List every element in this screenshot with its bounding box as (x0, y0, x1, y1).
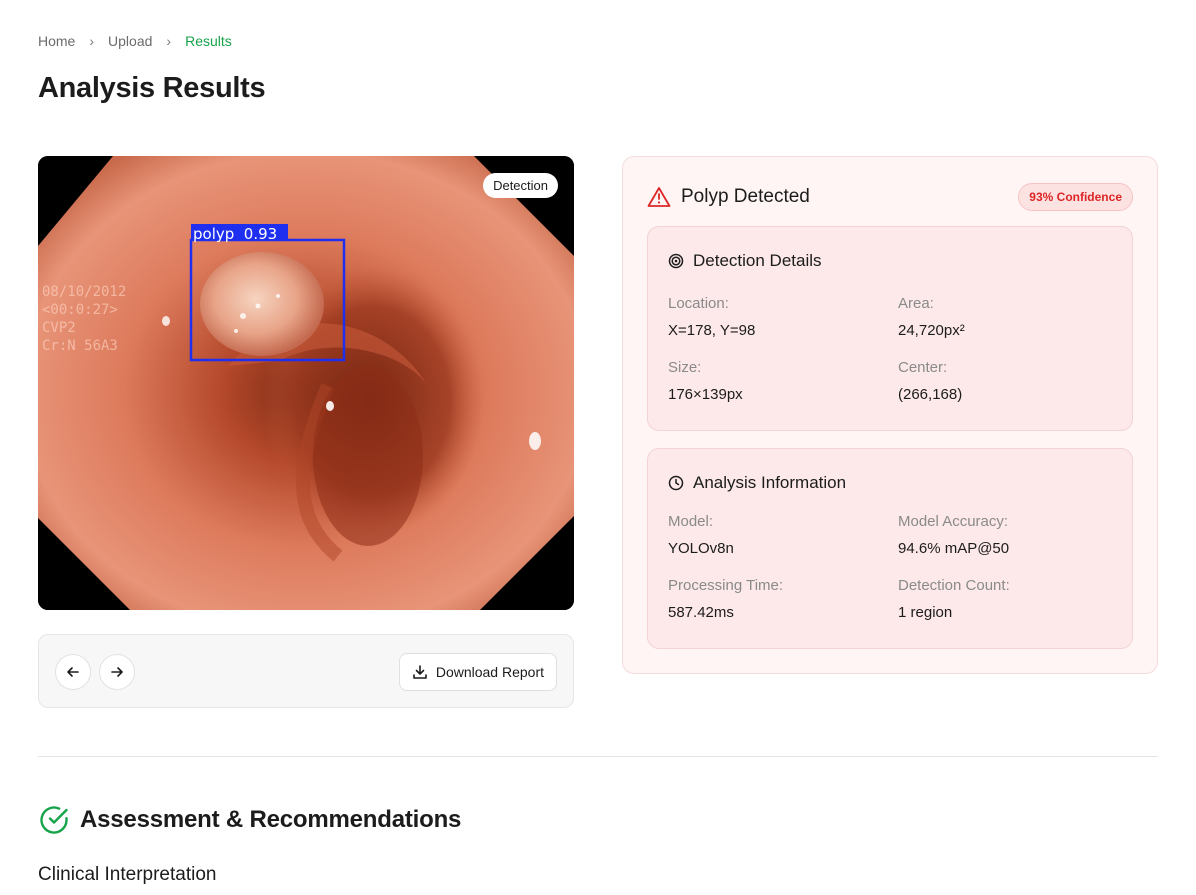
image-controls: Download Report (38, 634, 574, 708)
arrow-left-icon (67, 667, 79, 677)
detection-details-card: Detection Details Location: X=178, Y=98 … (647, 226, 1133, 431)
model-field: Model: YOLOv8n (668, 513, 734, 557)
chevron-right-icon: › (166, 33, 172, 49)
endoscopy-image: 08/10/2012 <00:0:27> CVP2 Cr:N 56A3 poly… (38, 156, 574, 610)
detection-count-value: 1 region (898, 604, 953, 621)
detection-tag: Detection (483, 173, 558, 198)
processing-time-value: 587.42ms (668, 604, 734, 621)
warning-icon (647, 187, 671, 207)
area-value: 24,720px² (898, 322, 965, 339)
overlay-text-cvp: CVP2 (42, 320, 76, 336)
overlay-text-time: <00:0:27> (42, 302, 118, 318)
confidence-badge: 93% Confidence (1018, 183, 1133, 211)
processing-time-label: Processing Time: (668, 577, 784, 594)
accuracy-label: Model Accuracy: (898, 513, 1009, 530)
previous-button[interactable] (55, 654, 91, 690)
breadcrumb-results: Results (185, 33, 232, 49)
download-icon (413, 665, 427, 679)
page-title: Analysis Results (38, 72, 266, 104)
analysis-info-card: Analysis Information Model: YOLOv8n Mode… (647, 448, 1133, 649)
center-field: Center: (266,168) (898, 359, 962, 403)
target-icon (668, 253, 684, 269)
location-field: Location: X=178, Y=98 (668, 295, 755, 339)
location-value: X=178, Y=98 (668, 322, 756, 339)
processing-time-field: Processing Time: 587.42ms (668, 577, 783, 621)
size-field: Size: 176×139px (668, 359, 743, 403)
location-label: Location: (668, 295, 729, 312)
breadcrumb-home[interactable]: Home (38, 33, 75, 49)
download-label: Download Report (435, 664, 544, 680)
clock-icon (668, 475, 684, 491)
overlay-text-cr: Cr:N 56A3 (42, 338, 118, 354)
check-circle-icon (40, 806, 68, 834)
analysis-info-title: Analysis Information (693, 473, 847, 492)
area-label: Area: (898, 295, 934, 312)
assessment-title: Assessment & Recommendations (80, 806, 462, 833)
detection-details-header: Detection Details (668, 251, 822, 271)
model-value: YOLOv8n (668, 540, 734, 557)
center-label: Center: (898, 359, 948, 376)
center-value: (266,168) (898, 386, 963, 403)
clinical-interpretation-heading: Clinical Interpretation (38, 864, 217, 885)
analysis-info-header: Analysis Information (668, 473, 846, 493)
detection-label: polyp 0.93 (193, 225, 277, 243)
arrow-right-icon (111, 667, 123, 677)
accuracy-value: 94.6% mAP@50 (898, 540, 1010, 557)
detection-details-title: Detection Details (693, 251, 822, 270)
result-header: Polyp Detected 93% Confidence (647, 183, 1133, 211)
section-divider (38, 756, 1158, 757)
chevron-right-icon: › (89, 33, 95, 49)
result-card: Polyp Detected 93% Confidence Detection … (622, 156, 1158, 674)
detection-image: 08/10/2012 <00:0:27> CVP2 Cr:N 56A3 poly… (38, 156, 574, 610)
detection-count-field: Detection Count: 1 region (898, 577, 1010, 621)
breadcrumb: Home › Upload › Results (38, 33, 232, 49)
overlay-text-date: 08/10/2012 (42, 284, 126, 300)
result-title: Polyp Detected (681, 186, 810, 207)
area-field: Area: 24,720px² (898, 295, 965, 339)
size-value: 176×139px (668, 386, 743, 403)
model-label: Model: (668, 513, 714, 530)
next-button[interactable] (99, 654, 135, 690)
breadcrumb-upload[interactable]: Upload (108, 33, 152, 49)
accuracy-field: Model Accuracy: 94.6% mAP@50 (898, 513, 1009, 557)
size-label: Size: (668, 359, 702, 376)
detection-count-label: Detection Count: (898, 577, 1010, 594)
assessment-header: Assessment & Recommendations (38, 804, 461, 836)
download-report-button[interactable]: Download Report (398, 653, 557, 691)
